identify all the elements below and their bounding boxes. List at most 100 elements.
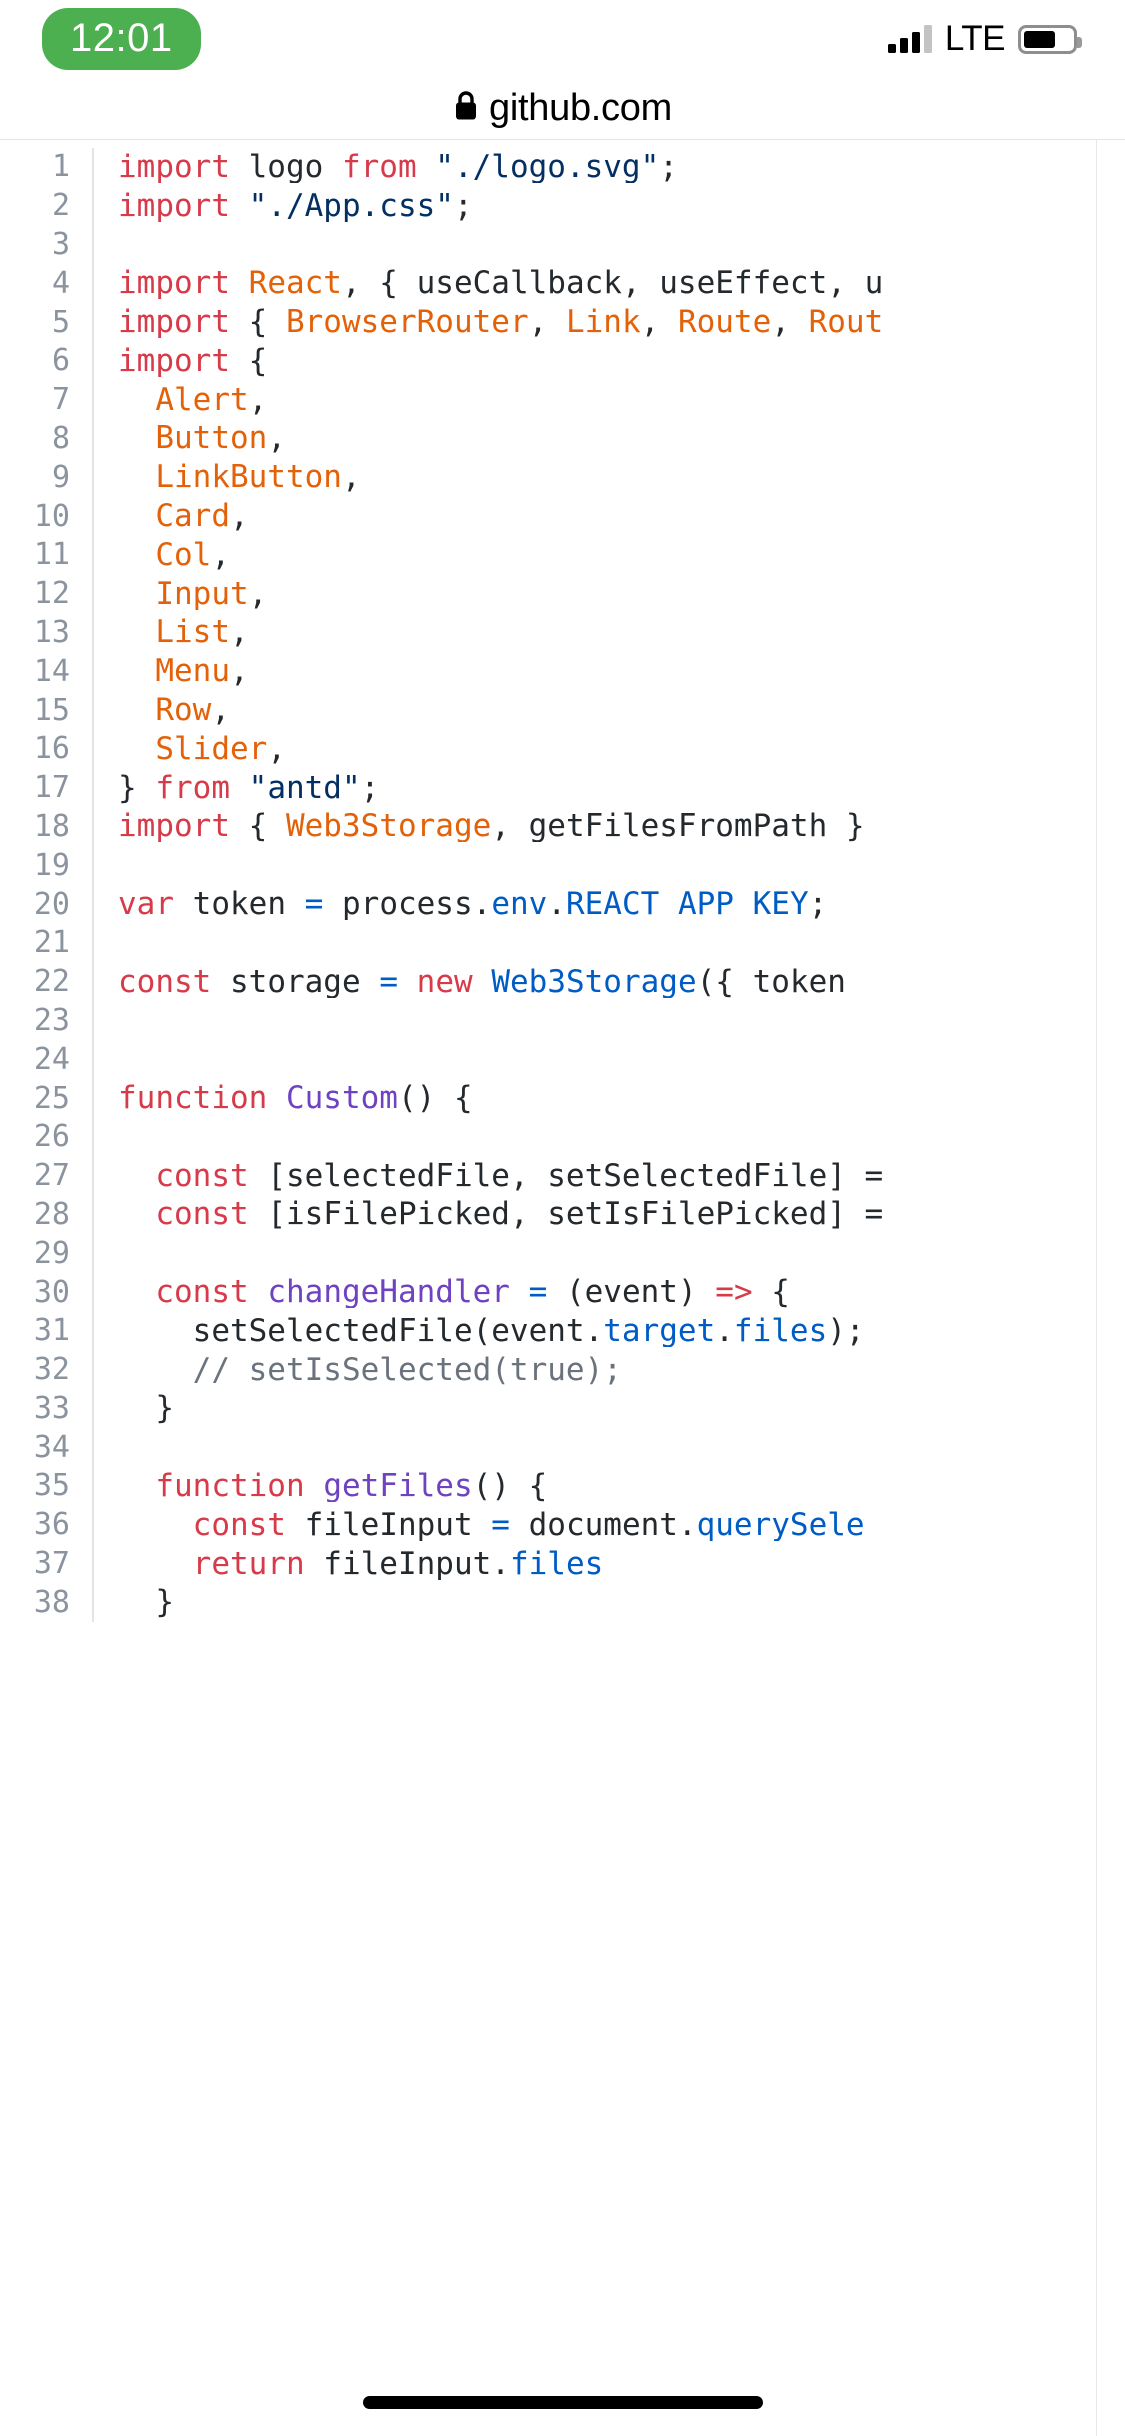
code-token: =: [528, 1277, 548, 1308]
line-number: 9: [51, 459, 70, 495]
code-line: 2 import "./App.css";: [0, 186, 1125, 226]
gutter-divider: [92, 1428, 94, 1468]
line-number: 29: [33, 1235, 70, 1271]
line-number: 11: [33, 537, 70, 573]
code-token: const: [155, 1199, 249, 1231]
code-line: 33 }: [0, 1389, 1125, 1429]
code-token: REACT_APP_KEY: [565, 889, 809, 921]
code-scroll-container[interactable]: 1 import logo from "./logo.svg"; 2 import "…: [0, 140, 1125, 1623]
code-token: function: [118, 1083, 268, 1115]
code-token: "antd": [248, 772, 361, 804]
code-token: token: [174, 889, 305, 921]
code-line-content: Menu,: [94, 656, 1125, 687]
code-token: React: [248, 268, 342, 300]
code-token: LinkButton: [155, 462, 342, 494]
browser-url-bar[interactable]: github.com: [0, 78, 1125, 140]
code-line: 12 Input,: [0, 574, 1125, 614]
line-number: 26: [33, 1119, 70, 1155]
code-line-content: import { Web3Storage, getFilesFromPath }: [94, 811, 1125, 842]
code-token: Route: [677, 307, 772, 339]
code-token: ,: [267, 423, 286, 455]
code-token: {: [752, 1277, 790, 1308]
code-line: 27 const [selectedFile, setSelectedFile]…: [0, 1156, 1125, 1196]
code-token: env: [491, 889, 548, 921]
line-number: 36: [33, 1507, 70, 1543]
code-line: 15 Row,: [0, 691, 1125, 730]
code-line: 34: [0, 1428, 1125, 1468]
code-token: import: [118, 268, 230, 300]
code-line: 38 }: [0, 1583, 1125, 1623]
line-number: 38: [33, 1584, 70, 1620]
code-token: Input: [155, 578, 249, 610]
code-token: , { useCallback, useEffect, u: [341, 268, 884, 300]
code-viewer[interactable]: 1 import logo from "./logo.svg"; 2 import "…: [0, 140, 1125, 2436]
code-line-content: Alert,: [94, 385, 1125, 416]
code-line: 26: [0, 1117, 1125, 1157]
code-line: 21: [0, 923, 1125, 963]
line-number: 15: [33, 692, 70, 728]
line-number: 18: [33, 808, 70, 844]
code-line-content: }: [94, 1393, 1125, 1424]
code-token: =>: [715, 1277, 753, 1308]
code-token: .: [547, 889, 566, 921]
gutter-divider: [92, 923, 94, 963]
code-line-content: List,: [94, 617, 1125, 648]
code-token: }: [118, 1587, 174, 1619]
code-token: setSelectedFile(event.: [118, 1315, 604, 1347]
code-line-content: Card,: [94, 501, 1125, 532]
code-line: 30 const changeHandler = (event) => {: [0, 1273, 1125, 1312]
code-line: 16 Slider,: [0, 729, 1125, 769]
code-token: {: [229, 345, 268, 377]
code-right-edge: [1096, 140, 1125, 2436]
line-number: 17: [33, 770, 70, 806]
code-token: const: [155, 1277, 249, 1308]
code-line: 1 import logo from "./logo.svg";: [0, 148, 1125, 187]
code-token: const: [118, 966, 212, 998]
carrier-tech-label: LTE: [944, 18, 1006, 58]
code-token: process.: [323, 889, 492, 921]
code-line-content: Slider,: [94, 734, 1125, 765]
code-token: ,: [211, 695, 230, 727]
code-token: import: [118, 811, 230, 843]
code-token: Web3Storage: [285, 811, 492, 843]
code-token: ;: [453, 190, 473, 222]
line-number: 27: [33, 1158, 70, 1194]
line-number: 32: [33, 1352, 70, 1388]
line-number: 19: [33, 847, 70, 883]
code-line-content: import { BrowserRouter, Link, Route, Rou…: [94, 307, 1125, 338]
code-line-content: Button,: [94, 423, 1125, 454]
line-number: 3: [51, 226, 70, 262]
code-line: 31 setSelectedFile(event.target.files);: [0, 1311, 1125, 1351]
battery-icon: [1018, 24, 1082, 54]
code-token: }: [118, 1393, 174, 1425]
code-token: ,: [248, 578, 268, 610]
code-token: =: [491, 1509, 510, 1541]
line-number: 28: [33, 1196, 70, 1232]
code-line: 6 import {: [0, 341, 1125, 381]
code-token: import: [118, 307, 230, 339]
code-line: 20 var token = process.env.REACT_APP_KEY;: [0, 885, 1125, 924]
line-number: 33: [33, 1390, 70, 1426]
line-number: 37: [33, 1546, 70, 1582]
line-number: 34: [33, 1429, 70, 1465]
code-token: ,: [229, 501, 249, 533]
signal-bars-icon: [887, 25, 932, 53]
code-token: , getFilesFromPath }: [491, 811, 865, 843]
line-number: 4: [51, 265, 70, 301]
line-number: 14: [33, 653, 70, 689]
status-bar: 12:01 LTE: [0, 0, 1125, 78]
gutter-divider: [92, 1040, 94, 1080]
status-bar-right-group: LTE: [887, 18, 1082, 58]
